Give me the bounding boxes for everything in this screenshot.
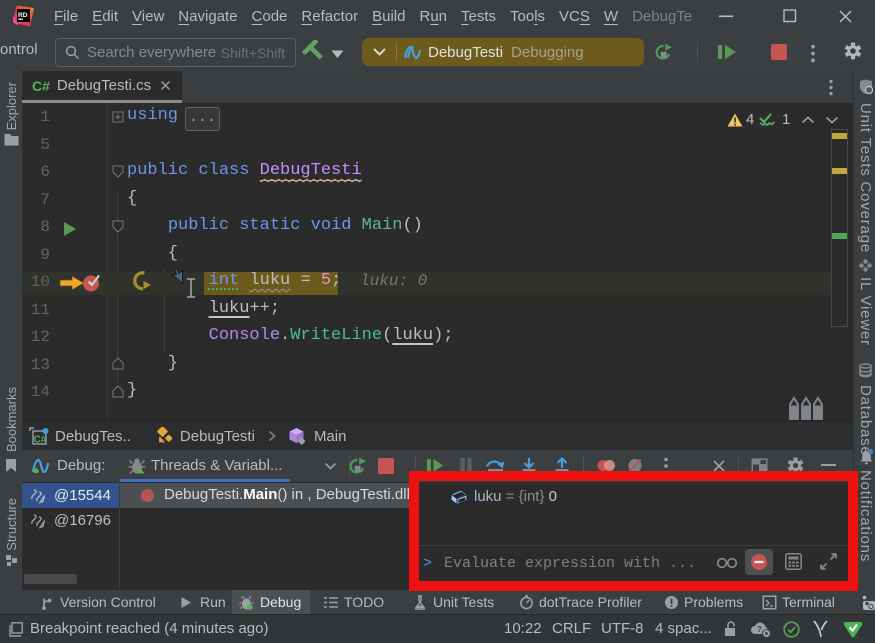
svg-text:?: ? — [757, 625, 762, 634]
svg-text:RD: RD — [18, 12, 28, 19]
svg-text:C#: C# — [34, 435, 47, 446]
